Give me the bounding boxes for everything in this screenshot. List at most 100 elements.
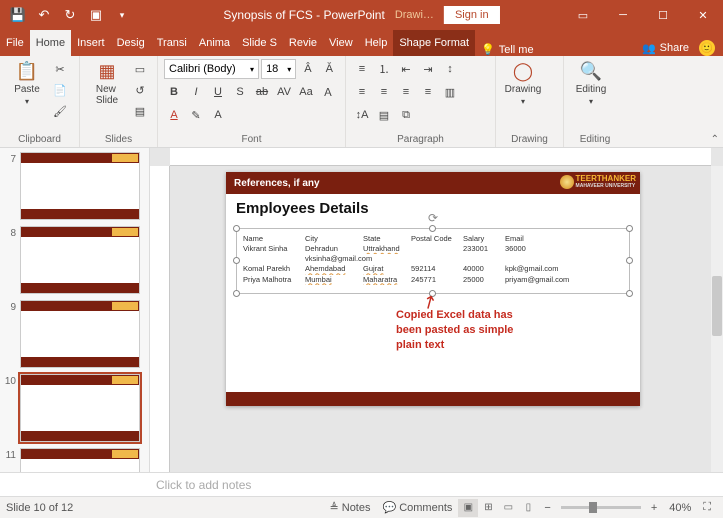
indent-decrease-icon[interactable]: ⇤ [396,59,416,79]
copy-icon[interactable]: 📄 [50,80,70,100]
font-size-selector[interactable]: 18▾ [261,59,296,79]
columns-icon[interactable]: ▥ [440,82,460,102]
thumb-8[interactable] [20,226,140,294]
notes-pane[interactable]: Click to add notes [0,472,723,496]
align-text-icon[interactable]: ▤ [374,105,394,125]
resize-handle[interactable] [233,257,240,264]
text-box-selected[interactable]: ⟳ NameCityStatePostal CodeSalaryEmail Vi… [236,228,630,294]
tab-slideshow[interactable]: Slide S [236,30,283,56]
text-direction-icon[interactable]: ↕A [352,105,372,125]
undo-icon[interactable]: ↶ [32,3,56,27]
zoom-level[interactable]: 40% [663,497,697,519]
notes-button[interactable]: ≜ Notes [324,497,377,519]
tab-home[interactable]: Home [30,30,71,56]
start-slideshow-icon[interactable]: ▣ [84,3,108,27]
tab-animations[interactable]: Anima [193,30,236,56]
resize-handle[interactable] [233,290,240,297]
thumb-9[interactable] [20,300,140,368]
font-name-selector[interactable]: Calibri (Body)▾ [164,59,259,79]
slide-editor[interactable]: References, if any TEERTHANKERMAHAVEER U… [226,172,640,406]
slideshow-view-icon[interactable]: ▯ [518,499,538,517]
maximize-icon[interactable]: ☐ [643,0,683,30]
redo-icon[interactable]: ↻ [58,3,82,27]
justify-icon[interactable]: ≡ [418,82,438,102]
zoom-slider[interactable] [561,506,641,509]
change-case-icon[interactable]: Aa [296,82,316,102]
grow-font-icon[interactable]: Â [298,59,317,79]
font-color-icon[interactable]: A [164,105,184,125]
resize-handle[interactable] [233,225,240,232]
tab-view[interactable]: View [323,30,359,56]
share-button[interactable]: 👥Share [642,42,689,55]
reading-view-icon[interactable]: ▭ [498,499,518,517]
tab-transitions[interactable]: Transi [151,30,193,56]
slide-counter: Slide 10 of 12 [6,502,73,514]
slide-thumbnails-pane[interactable]: 7 8 9 10 11 12 [0,148,150,472]
tell-me-search[interactable]: 💡Tell me [475,43,540,56]
strikethrough-button[interactable]: ab [252,82,272,102]
thumb-7[interactable] [20,152,140,220]
shapes-icon: ◯ [513,61,533,82]
bold-button[interactable]: B [164,82,184,102]
align-left-icon[interactable]: ≡ [352,82,372,102]
font-dialog-icon[interactable]: A [208,105,228,125]
minimize-icon[interactable]: ─ [603,0,643,30]
smartart-icon[interactable]: ⧉ [396,105,416,125]
paste-button[interactable]: 📋Paste▾ [6,59,48,108]
tab-help[interactable]: Help [359,30,394,56]
shadow-button[interactable]: S [230,82,250,102]
cut-icon[interactable]: ✂ [50,59,70,79]
indent-increase-icon[interactable]: ⇥ [418,59,438,79]
drawing-button[interactable]: ◯Drawing▾ [502,59,544,108]
collapse-ribbon-icon[interactable]: ⌃ [711,134,719,145]
feedback-icon[interactable]: 🙂 [699,40,715,56]
italic-button[interactable]: I [186,82,206,102]
rotate-handle-icon[interactable]: ⟳ [428,211,438,225]
ruler-vertical [150,166,170,472]
line-spacing-icon[interactable]: ↕ [440,59,460,79]
resize-handle[interactable] [429,225,436,232]
editing-button[interactable]: 🔍Editing▾ [570,59,612,108]
ribbon-options-icon[interactable]: ▭ [563,0,603,30]
section-icon[interactable]: ▤ [130,101,150,121]
resize-handle[interactable] [626,257,633,264]
new-slide-button[interactable]: ▦New Slide [86,59,128,108]
format-painter-icon[interactable]: 🖌 [50,101,70,121]
tab-review[interactable]: Revie [283,30,323,56]
normal-view-icon[interactable]: ▣ [458,499,478,517]
numbering-icon[interactable]: ⒈ [374,59,394,79]
scroll-thumb[interactable] [712,276,722,336]
resize-handle[interactable] [626,225,633,232]
sign-in-button[interactable]: Sign in [444,6,500,24]
pasted-text-content[interactable]: NameCityStatePostal CodeSalaryEmail Vikr… [237,229,629,290]
tab-file[interactable]: File [0,30,30,56]
align-right-icon[interactable]: ≡ [396,82,416,102]
highlight-icon[interactable]: ✎ [186,105,206,125]
comments-button[interactable]: 💬 Comments [377,497,459,519]
sorter-view-icon[interactable]: ⊞ [478,499,498,517]
shrink-font-icon[interactable]: Ă [320,59,339,79]
underline-button[interactable]: U [208,82,228,102]
close-icon[interactable]: ✕ [683,0,723,30]
vertical-scrollbar[interactable] [711,166,723,472]
tab-insert[interactable]: Insert [71,30,111,56]
zoom-slider-thumb[interactable] [589,502,597,513]
layout-icon[interactable]: ▭ [130,59,150,79]
zoom-in-icon[interactable]: + [645,497,663,519]
save-icon[interactable]: 💾 [6,3,30,27]
spacing-icon[interactable]: AV [274,82,294,102]
reset-icon[interactable]: ↺ [130,80,150,100]
tab-design[interactable]: Desig [111,30,151,56]
fit-window-icon[interactable]: ⛶ [697,497,717,519]
tab-shape-format[interactable]: Shape Format [393,30,475,56]
thumb-11[interactable] [20,448,140,472]
align-center-icon[interactable]: ≡ [374,82,394,102]
bullets-icon[interactable]: ≡ [352,59,372,79]
thumb-10[interactable] [20,374,140,442]
slide-canvas[interactable]: References, if any TEERTHANKERMAHAVEER U… [150,148,723,472]
qat-more-icon[interactable]: ▾ [110,3,134,27]
clear-format-icon[interactable]: Ａ [318,82,338,102]
zoom-out-icon[interactable]: − [538,497,556,519]
resize-handle[interactable] [626,290,633,297]
annotation-text: Copied Excel data hasbeen pasted as simp… [396,308,513,353]
